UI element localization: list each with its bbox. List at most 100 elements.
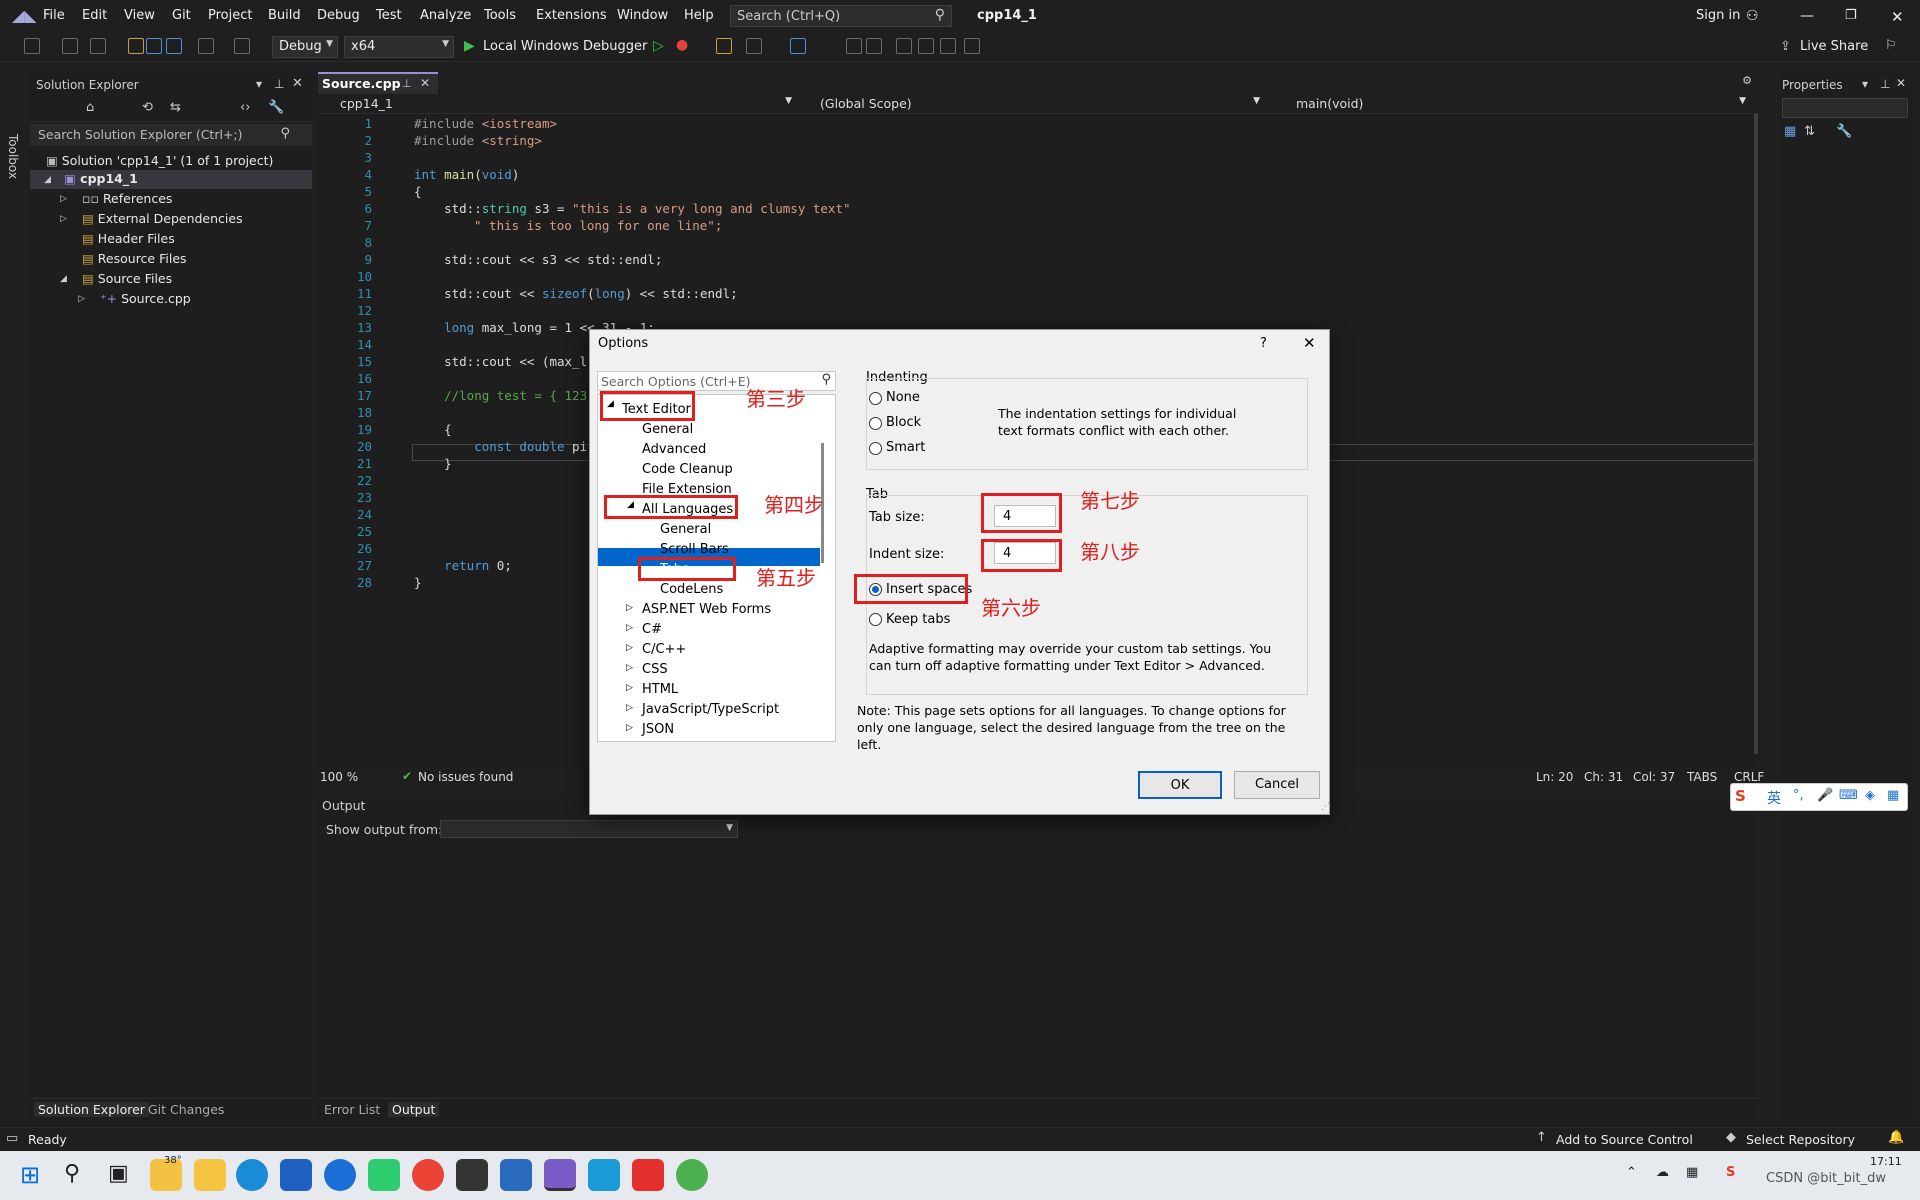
windows-start-icon[interactable]: ⊞ — [20, 1161, 40, 1189]
close-dialog-icon[interactable]: ✕ — [1303, 334, 1316, 352]
start-debug-icon[interactable]: ▶ — [464, 38, 475, 54]
close-icon[interactable]: ✕ — [1896, 76, 1906, 90]
tree-codelens[interactable]: CodeLens — [660, 582, 723, 597]
categorized-icon[interactable]: ▦ — [1784, 124, 1796, 139]
search-icon[interactable]: ⚲ — [64, 1161, 80, 1186]
start-without-debug-icon[interactable]: ▷ — [653, 38, 664, 54]
back-icon[interactable] — [24, 38, 40, 54]
resize-grip-icon[interactable]: ⋰ — [1321, 802, 1330, 812]
sign-in-link[interactable]: Sign in — [1696, 8, 1740, 23]
sogou-icon[interactable]: S — [1735, 787, 1746, 805]
live-share-button[interactable]: Live Share — [1800, 39, 1868, 54]
dropdown-icon[interactable]: ▾ — [256, 77, 262, 91]
collapse-icon[interactable]: ▷ — [626, 683, 633, 693]
references-node[interactable]: ▫▫ References — [82, 191, 172, 206]
tray-chevron-icon[interactable]: ⌃ — [1626, 1165, 1637, 1180]
cancel-button[interactable]: Cancel — [1234, 771, 1320, 799]
bookmark-icon[interactable] — [896, 38, 912, 54]
toolbox-grid-icon[interactable]: ▦ — [1887, 788, 1899, 803]
visual-studio-icon[interactable] — [544, 1159, 576, 1191]
code-icon[interactable]: ‹› — [240, 100, 250, 115]
issues-status[interactable]: No issues found — [418, 770, 513, 784]
save-all-icon[interactable] — [166, 38, 182, 54]
tree-scroll-bars[interactable]: Scroll Bars — [660, 542, 729, 557]
pin-icon[interactable]: ⊥ — [1880, 77, 1890, 91]
menu-project[interactable]: Project — [208, 8, 252, 23]
minimize-button[interactable]: — — [1800, 8, 1814, 24]
vscode-icon[interactable] — [588, 1159, 620, 1191]
undo-icon[interactable] — [198, 38, 214, 54]
collapse-icon[interactable]: ▷ — [60, 214, 67, 224]
menu-git[interactable]: Git — [172, 8, 191, 23]
menu-file[interactable]: File — [43, 8, 65, 23]
debugger-button[interactable]: Local Windows Debugger — [483, 39, 647, 54]
line-indicator[interactable]: Ln: 20 — [1536, 770, 1573, 784]
external-deps-node[interactable]: ▤ External Dependencies — [82, 211, 243, 226]
save-icon[interactable] — [146, 38, 162, 54]
collapse-icon[interactable]: ▷ — [626, 603, 633, 613]
tree-csharp[interactable]: C# — [642, 622, 662, 637]
nav-scope-select[interactable]: (Global Scope) ▼ — [800, 95, 1264, 113]
step-icon[interactable] — [790, 38, 806, 54]
radio-smart[interactable] — [869, 442, 882, 455]
se-search-input[interactable]: Search Solution Explorer (Ctrl+;) ⚲ — [30, 124, 312, 146]
tab-git-changes[interactable]: Git Changes — [148, 1102, 224, 1117]
select-repository-button[interactable]: Select Repository — [1746, 1132, 1855, 1147]
browse-icon[interactable] — [716, 38, 732, 54]
menu-window[interactable]: Window — [617, 8, 668, 23]
menu-analyze[interactable]: Analyze — [420, 8, 471, 23]
tree-cpp[interactable]: C/C++ — [642, 642, 686, 657]
clock[interactable]: 17:11 — [1870, 1155, 1902, 1168]
help-button[interactable]: ? — [1260, 336, 1267, 351]
pin-icon[interactable]: ⊥ — [402, 77, 412, 90]
menu-view[interactable]: View — [124, 8, 155, 23]
mic-icon[interactable]: 🎤 — [1817, 788, 1833, 803]
config-select[interactable]: Debug ▼ — [272, 36, 338, 58]
tree-js[interactable]: JavaScript/TypeScript — [642, 702, 779, 717]
tab-solution-explorer[interactable]: Solution Explorer — [34, 1102, 149, 1117]
keyboard-icon[interactable]: ⌨ — [1839, 788, 1858, 803]
store-icon[interactable] — [280, 1159, 312, 1191]
history-icon[interactable]: ⟲ — [142, 100, 153, 115]
radio-none-label[interactable]: None — [886, 390, 920, 405]
bookmark-clear-icon[interactable] — [964, 38, 980, 54]
bookmark-prev-icon[interactable] — [918, 38, 934, 54]
edge-icon[interactable] — [236, 1159, 268, 1191]
ok-button[interactable]: OK — [1138, 771, 1222, 799]
resource-files-node[interactable]: ▤ Resource Files — [82, 251, 187, 266]
menu-tools[interactable]: Tools — [484, 8, 516, 23]
tab-error-list[interactable]: Error List — [324, 1102, 380, 1117]
close-tab-icon[interactable]: ✕ — [420, 76, 430, 90]
task-view-icon[interactable]: ▣ — [108, 1161, 129, 1186]
project-node[interactable]: ▣ cpp14_1 — [64, 171, 138, 186]
menu-help[interactable]: Help — [684, 8, 714, 23]
dropdown-icon[interactable]: ▾ — [1862, 77, 1868, 91]
sogou-tray-icon[interactable]: S — [1726, 1165, 1735, 1180]
bookmark-next-icon[interactable] — [940, 38, 956, 54]
network-icon[interactable]: ▦ — [1686, 1165, 1698, 1180]
source-files-node[interactable]: ▤ Source Files — [82, 271, 172, 286]
tree-al-general[interactable]: General — [660, 522, 711, 537]
col-indicator[interactable]: Col: 37 — [1633, 770, 1675, 784]
chrome-icon[interactable] — [412, 1159, 444, 1191]
source-cpp-node[interactable]: ⁺+ Source.cpp — [100, 291, 191, 306]
add-source-control-button[interactable]: Add to Source Control — [1556, 1132, 1693, 1147]
sort-icon[interactable]: ⇅ — [1804, 124, 1815, 139]
hot-reload-icon[interactable]: ● — [676, 37, 688, 53]
ime-lang[interactable]: 英 — [1767, 788, 1781, 808]
toolbox-tab[interactable]: Toolbox — [6, 134, 20, 179]
pin-icon[interactable]: ⊥ — [274, 77, 284, 91]
menu-edit[interactable]: Edit — [82, 8, 107, 23]
menu-extensions[interactable]: Extensions — [536, 8, 607, 23]
menu-test[interactable]: Test — [376, 8, 402, 23]
tree-aspnet[interactable]: ASP.NET Web Forms — [642, 602, 771, 617]
menu-debug[interactable]: Debug — [317, 8, 360, 23]
skin-icon[interactable]: ◈ — [1865, 788, 1875, 803]
solution-node[interactable]: ▣ Solution 'cpp14_1' (1 of 1 project) — [46, 153, 273, 168]
tab-source-cpp[interactable]: Source.cpp ⊥ ✕ — [318, 72, 438, 94]
tabs-indicator[interactable]: TABS — [1687, 770, 1717, 784]
zoom-level[interactable]: 100 % — [320, 770, 358, 784]
radio-keep-tabs-label[interactable]: Keep tabs — [886, 612, 950, 627]
layout-icon[interactable] — [746, 38, 762, 54]
properties-object-select[interactable] — [1782, 98, 1908, 118]
